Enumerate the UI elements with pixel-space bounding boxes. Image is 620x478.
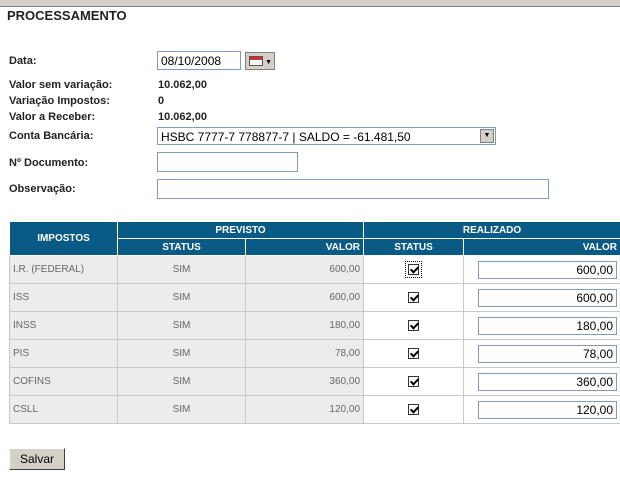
imposto-name: INSS [9,311,118,340]
conta-bancaria-label: Conta Bancária: [9,130,94,142]
realizado-status-cell [363,283,465,312]
imposto-name: COFINS [9,367,118,396]
previsto-status: SIM [117,395,246,424]
realizado-status-header: STATUS [363,238,465,256]
browser-chrome-strip [0,0,620,7]
valor-a-receber-label: Valor a Receber: [9,111,96,123]
realizado-valor-input[interactable] [478,372,618,391]
previsto-valor: 180,00 [244,311,365,340]
impostos-header: IMPOSTOS [9,221,118,256]
realizado-valor-cell [463,339,620,368]
realizado-checkbox[interactable] [408,403,420,415]
variacao-impostos-label: Variação Impostos: [9,95,110,107]
documento-input[interactable] [157,152,298,172]
observacao-input[interactable] [157,179,549,199]
realizado-checkbox[interactable] [408,347,420,359]
realizado-checkbox[interactable] [408,291,420,303]
impostos-table: IMPOSTOS PREVISTO REALIZADO STATUS VALOR… [9,221,620,424]
realizado-status-cell [363,339,465,368]
data-date-input[interactable] [157,51,241,70]
data-label: Data: [9,55,37,67]
date-picker-button[interactable]: ▼ [245,52,275,70]
chevron-down-icon[interactable]: ▼ [480,129,494,143]
imposto-name: CSLL [9,395,118,424]
realizado-checkbox[interactable] [408,375,420,387]
imposto-name: I.R. (FEDERAL) [9,255,118,284]
previsto-valor-header: VALOR [244,238,365,256]
previsto-status: SIM [117,283,246,312]
valor-sem-variacao-value: 10.062,00 [158,79,207,91]
chevron-down-icon: ▼ [265,59,272,66]
realizado-status-cell [363,395,465,424]
realizado-valor-cell [463,255,620,284]
previsto-valor: 360,00 [244,367,365,396]
documento-label: Nº Documento: [9,157,89,169]
table-row: ISS SIM 600,00 [9,283,620,312]
conta-bancaria-select[interactable]: HSBC 7777-7 778877-7 | SALDO = -61.481,5… [157,127,496,145]
page-title: PROCESSAMENTO [7,8,127,23]
table-row: INSS SIM 180,00 [9,311,620,340]
salvar-button[interactable]: Salvar [9,448,65,470]
realizado-valor-input[interactable] [478,400,618,419]
realizado-status-cell [363,367,465,396]
table-row: I.R. (FEDERAL) SIM 600,00 [9,255,620,284]
previsto-valor: 600,00 [244,255,365,284]
realizado-valor-cell [463,395,620,424]
table-row: PIS SIM 78,00 [9,339,620,368]
imposto-name: PIS [9,339,118,368]
imposto-name: ISS [9,283,118,312]
variacao-impostos-value: 0 [158,95,165,107]
valor-a-receber-value: 10.062,00 [158,111,207,123]
realizado-status-cell [363,311,465,340]
realizado-valor-cell [463,367,620,396]
realizado-status-cell [363,255,465,284]
previsto-status: SIM [117,339,246,368]
realizado-valor-input[interactable] [478,288,618,307]
previsto-valor: 78,00 [244,339,365,368]
previsto-status-header: STATUS [117,238,246,256]
table-row: COFINS SIM 360,00 [9,367,620,396]
previsto-status: SIM [117,311,246,340]
realizado-valor-input[interactable] [478,260,618,279]
table-header-row: IMPOSTOS PREVISTO REALIZADO [9,221,620,256]
realizado-checkbox[interactable] [408,319,420,331]
calendar-icon [249,56,263,66]
realizado-valor-header: VALOR [463,238,620,256]
previsto-valor: 600,00 [244,283,365,312]
realizado-valor-input[interactable] [478,344,618,363]
realizado-checkbox[interactable] [405,260,423,278]
previsto-status: SIM [117,255,246,284]
previsto-valor: 120,00 [244,395,365,424]
previsto-header: PREVISTO [116,221,365,239]
realizado-valor-cell [463,311,620,340]
realizado-header: REALIZADO [363,221,620,239]
realizado-valor-input[interactable] [478,316,618,335]
previsto-status: SIM [117,367,246,396]
observacao-label: Observação: [9,183,76,195]
conta-bancaria-selected: HSBC 7777-7 778877-7 | SALDO = -61.481,5… [161,130,411,144]
realizado-valor-cell [463,283,620,312]
valor-sem-variacao-label: Valor sem variação: [9,79,113,91]
table-row: CSLL SIM 120,00 [9,395,620,424]
